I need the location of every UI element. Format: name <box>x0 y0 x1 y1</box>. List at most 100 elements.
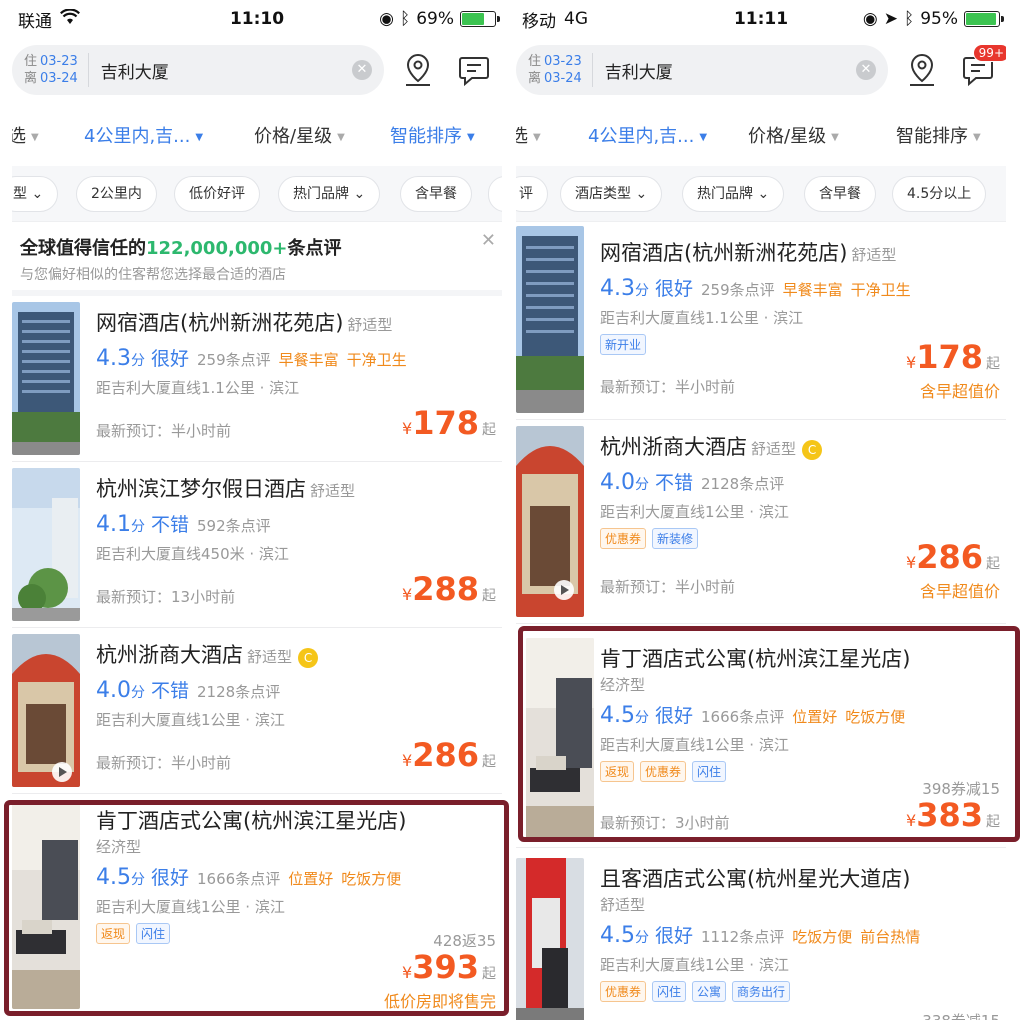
orientation-lock-icon: ◉ <box>379 9 394 29</box>
banner-title: 全球值得信任的122,000,000+条点评 <box>20 234 494 260</box>
price-currency: ¥ <box>402 963 413 982</box>
hotel-card[interactable]: 杭州浙商大酒店 舒适型 C 4.0分 不错 2128条点评 距吉利大厦直线1公里 · 滨… <box>12 628 502 794</box>
tag-hotel-type[interactable]: 酒店类型 ⌄ <box>560 176 663 212</box>
hotel-price: ¥286 起 <box>906 538 1000 576</box>
hotel-highlight: 前台热情 <box>860 928 921 946</box>
wifi-icon <box>60 7 80 30</box>
filter-bar: 选 ▼ 4公里内,吉... ▼ 价格/星级 ▼ 智能排序 ▼ <box>12 102 502 166</box>
score-unit: 分 <box>635 477 649 493</box>
coupon-note: 338券减15 <box>922 1010 1000 1020</box>
hotel-card[interactable]: 肯丁酒店式公寓(杭州滨江星光店) 经济型 4.5分 很好 1666条点评 位置好 吃饭方… <box>12 794 502 1016</box>
gold-medal-icon: C <box>298 647 319 668</box>
recent-booking: 最新预订：半小时前 <box>600 378 736 396</box>
map-pin-icon <box>406 53 430 86</box>
hotel-name: 网宿酒店(杭州新洲花苑店) <box>600 241 848 265</box>
hotel-card[interactable]: 杭州滨江梦尔假日酒店 舒适型 4.1分 不错 592条点评 距吉利大厦直线450米 ·… <box>12 462 502 628</box>
date-selector[interactable]: 住 03-23 离 03-24 <box>528 53 593 87</box>
filter-sort[interactable]: 智能排序 ▼ <box>896 122 981 148</box>
price-suffix: 起 <box>986 356 1000 372</box>
hotel-name: 网宿酒店(杭州新洲花苑店) <box>96 311 344 335</box>
price-suffix: 起 <box>986 814 1000 830</box>
tag-popular-brand[interactable]: 热门品牌 ⌄ <box>278 176 381 212</box>
hotel-grade: 很好 <box>655 705 694 727</box>
filter-label: 4公里内,吉... <box>84 126 191 147</box>
network-label: 4G <box>564 9 588 29</box>
hotel-type: 舒适型 <box>310 482 356 500</box>
tag-low-price[interactable]: 低价好评 <box>174 176 260 212</box>
hotel-card[interactable]: 肯丁酒店式公寓(杭州滨江星光店) 经济型 4.5分 很好 1666条点评 位置好 吃饭方… <box>516 632 1006 848</box>
map-pin-icon <box>910 53 934 86</box>
filter-distance[interactable]: 4公里内,吉... ▼ <box>588 122 707 148</box>
filter-label: 价格/星级 <box>748 126 827 147</box>
recent-booking: 最新预订：13小时前 <box>96 588 236 606</box>
search-input[interactable]: 住 03-23 离 03-24 吉利大厦 ✕ <box>12 45 384 95</box>
filter-price-star[interactable]: 价格/星级 ▼ <box>748 122 839 148</box>
message-button[interactable]: 99+ <box>956 44 1006 92</box>
hotel-card[interactable]: 且客酒店式公寓(杭州星光大道店) 舒适型 4.5分 很好 1112条点评 吃饭方便 前台… <box>516 852 1006 1020</box>
tag-rating-4-5[interactable]: 4.5分以上 <box>892 176 987 212</box>
price-suffix: 起 <box>482 966 496 982</box>
tag-more[interactable] <box>488 176 502 212</box>
price-currency: ¥ <box>906 553 917 572</box>
score-unit: 分 <box>635 710 649 726</box>
clear-icon[interactable]: ✕ <box>352 60 372 80</box>
checkin-label: 住 <box>528 54 542 69</box>
filter-sort[interactable]: 智能排序 ▼ <box>390 122 475 148</box>
price-value: 286 <box>916 538 983 576</box>
tag-label: 低价好评 <box>189 186 245 202</box>
hotel-type: 舒适型 <box>851 246 897 264</box>
search-input[interactable]: 住 03-23 离 03-24 吉利大厦 ✕ <box>516 45 888 95</box>
hotel-score: 4.0 <box>600 470 635 495</box>
hotel-name: 杭州滨江梦尔假日酒店 <box>96 477 306 501</box>
tag-within-2km[interactable]: 2公里内 <box>76 176 157 212</box>
banner-title-number: 122,000,000+ <box>146 238 288 259</box>
tag-label: 4.5分以上 <box>907 186 972 202</box>
badge-coupon: 优惠券 <box>600 528 647 549</box>
status-bar: 联通 11:10 ◉ ᛒ 69% <box>12 0 502 38</box>
price-suffix: 起 <box>482 588 496 604</box>
hotel-card[interactable]: 网宿酒店(杭州新洲花苑店) 舒适型 4.3分 很好 259条点评 早餐丰富 干净卫生 距吉… <box>12 296 502 462</box>
hotel-price: ¥288 起 <box>402 570 496 608</box>
filter-label: 选 <box>516 126 528 147</box>
bluetooth-icon: ᛒ <box>400 9 411 29</box>
search-bar: 住 03-23 离 03-24 吉利大厦 ✕ 99+ <box>516 38 1006 102</box>
tag-label: 含早餐 <box>415 186 457 202</box>
hotel-name: 肯丁酒店式公寓(杭州滨江星光店) <box>600 647 911 671</box>
filter-area[interactable]: 选 ▼ <box>12 122 39 148</box>
chevron-down-icon: ▼ <box>973 131 981 143</box>
hotel-card[interactable]: 网宿酒店(杭州新洲花苑店) 舒适型 4.3分 很好 259条点评 早餐丰富 干净卫生 距吉… <box>516 226 1006 420</box>
close-icon[interactable]: ✕ <box>481 230 496 251</box>
orientation-lock-icon: ◉ <box>862 9 878 29</box>
message-count-badge: 99+ <box>972 44 1006 62</box>
filter-distance[interactable]: 4公里内,吉... ▼ <box>84 122 203 148</box>
clear-icon[interactable]: ✕ <box>856 60 876 80</box>
tag-good-rating[interactable]: 评 <box>516 176 548 212</box>
filter-area[interactable]: 选 ▼ <box>516 122 541 148</box>
tag-popular-brand[interactable]: 热门品牌 ⌄ <box>682 176 785 212</box>
hotel-grade: 很好 <box>151 867 190 889</box>
hotel-name: 肯丁酒店式公寓(杭州滨江星光店) <box>96 809 407 833</box>
map-pin-button[interactable] <box>396 48 440 92</box>
date-selector[interactable]: 住 03-23 离 03-24 <box>24 53 89 87</box>
hotel-distance: 距吉利大厦直线1公里 · 滨江 <box>96 898 285 916</box>
map-pin-button[interactable] <box>900 48 944 92</box>
price-currency: ¥ <box>402 751 413 770</box>
filter-label: 智能排序 <box>896 126 968 147</box>
filter-label: 价格/星级 <box>254 126 333 147</box>
badge-coupon: 优惠券 <box>600 981 647 1002</box>
gold-medal-icon: C <box>802 439 823 460</box>
tag-breakfast[interactable]: 含早餐 <box>804 176 876 212</box>
badge-flash-stay: 闪住 <box>692 761 727 782</box>
message-button[interactable] <box>452 48 496 92</box>
hotel-card[interactable]: 杭州浙商大酒店 舒适型 C 4.0分 不错 2128条点评 距吉利大厦直线1公里 · 滨… <box>516 420 1006 624</box>
tag-breakfast[interactable]: 含早餐 <box>400 176 472 212</box>
hotel-photo <box>12 468 80 621</box>
checkin-label: 住 <box>24 54 38 69</box>
tag-hotel-type[interactable]: 型 ⌄ <box>12 176 59 212</box>
filter-price-star[interactable]: 价格/星级 ▼ <box>254 122 345 148</box>
filter-label: 4公里内,吉... <box>588 126 695 147</box>
price-value: 178 <box>412 404 479 442</box>
hotel-distance: 距吉利大厦直线1公里 · 滨江 <box>600 503 789 521</box>
badge-flash-stay: 闪住 <box>136 923 171 944</box>
quick-tag-bar: 评 酒店类型 ⌄ 热门品牌 ⌄ 含早餐 4.5分以上 <box>516 166 1006 222</box>
